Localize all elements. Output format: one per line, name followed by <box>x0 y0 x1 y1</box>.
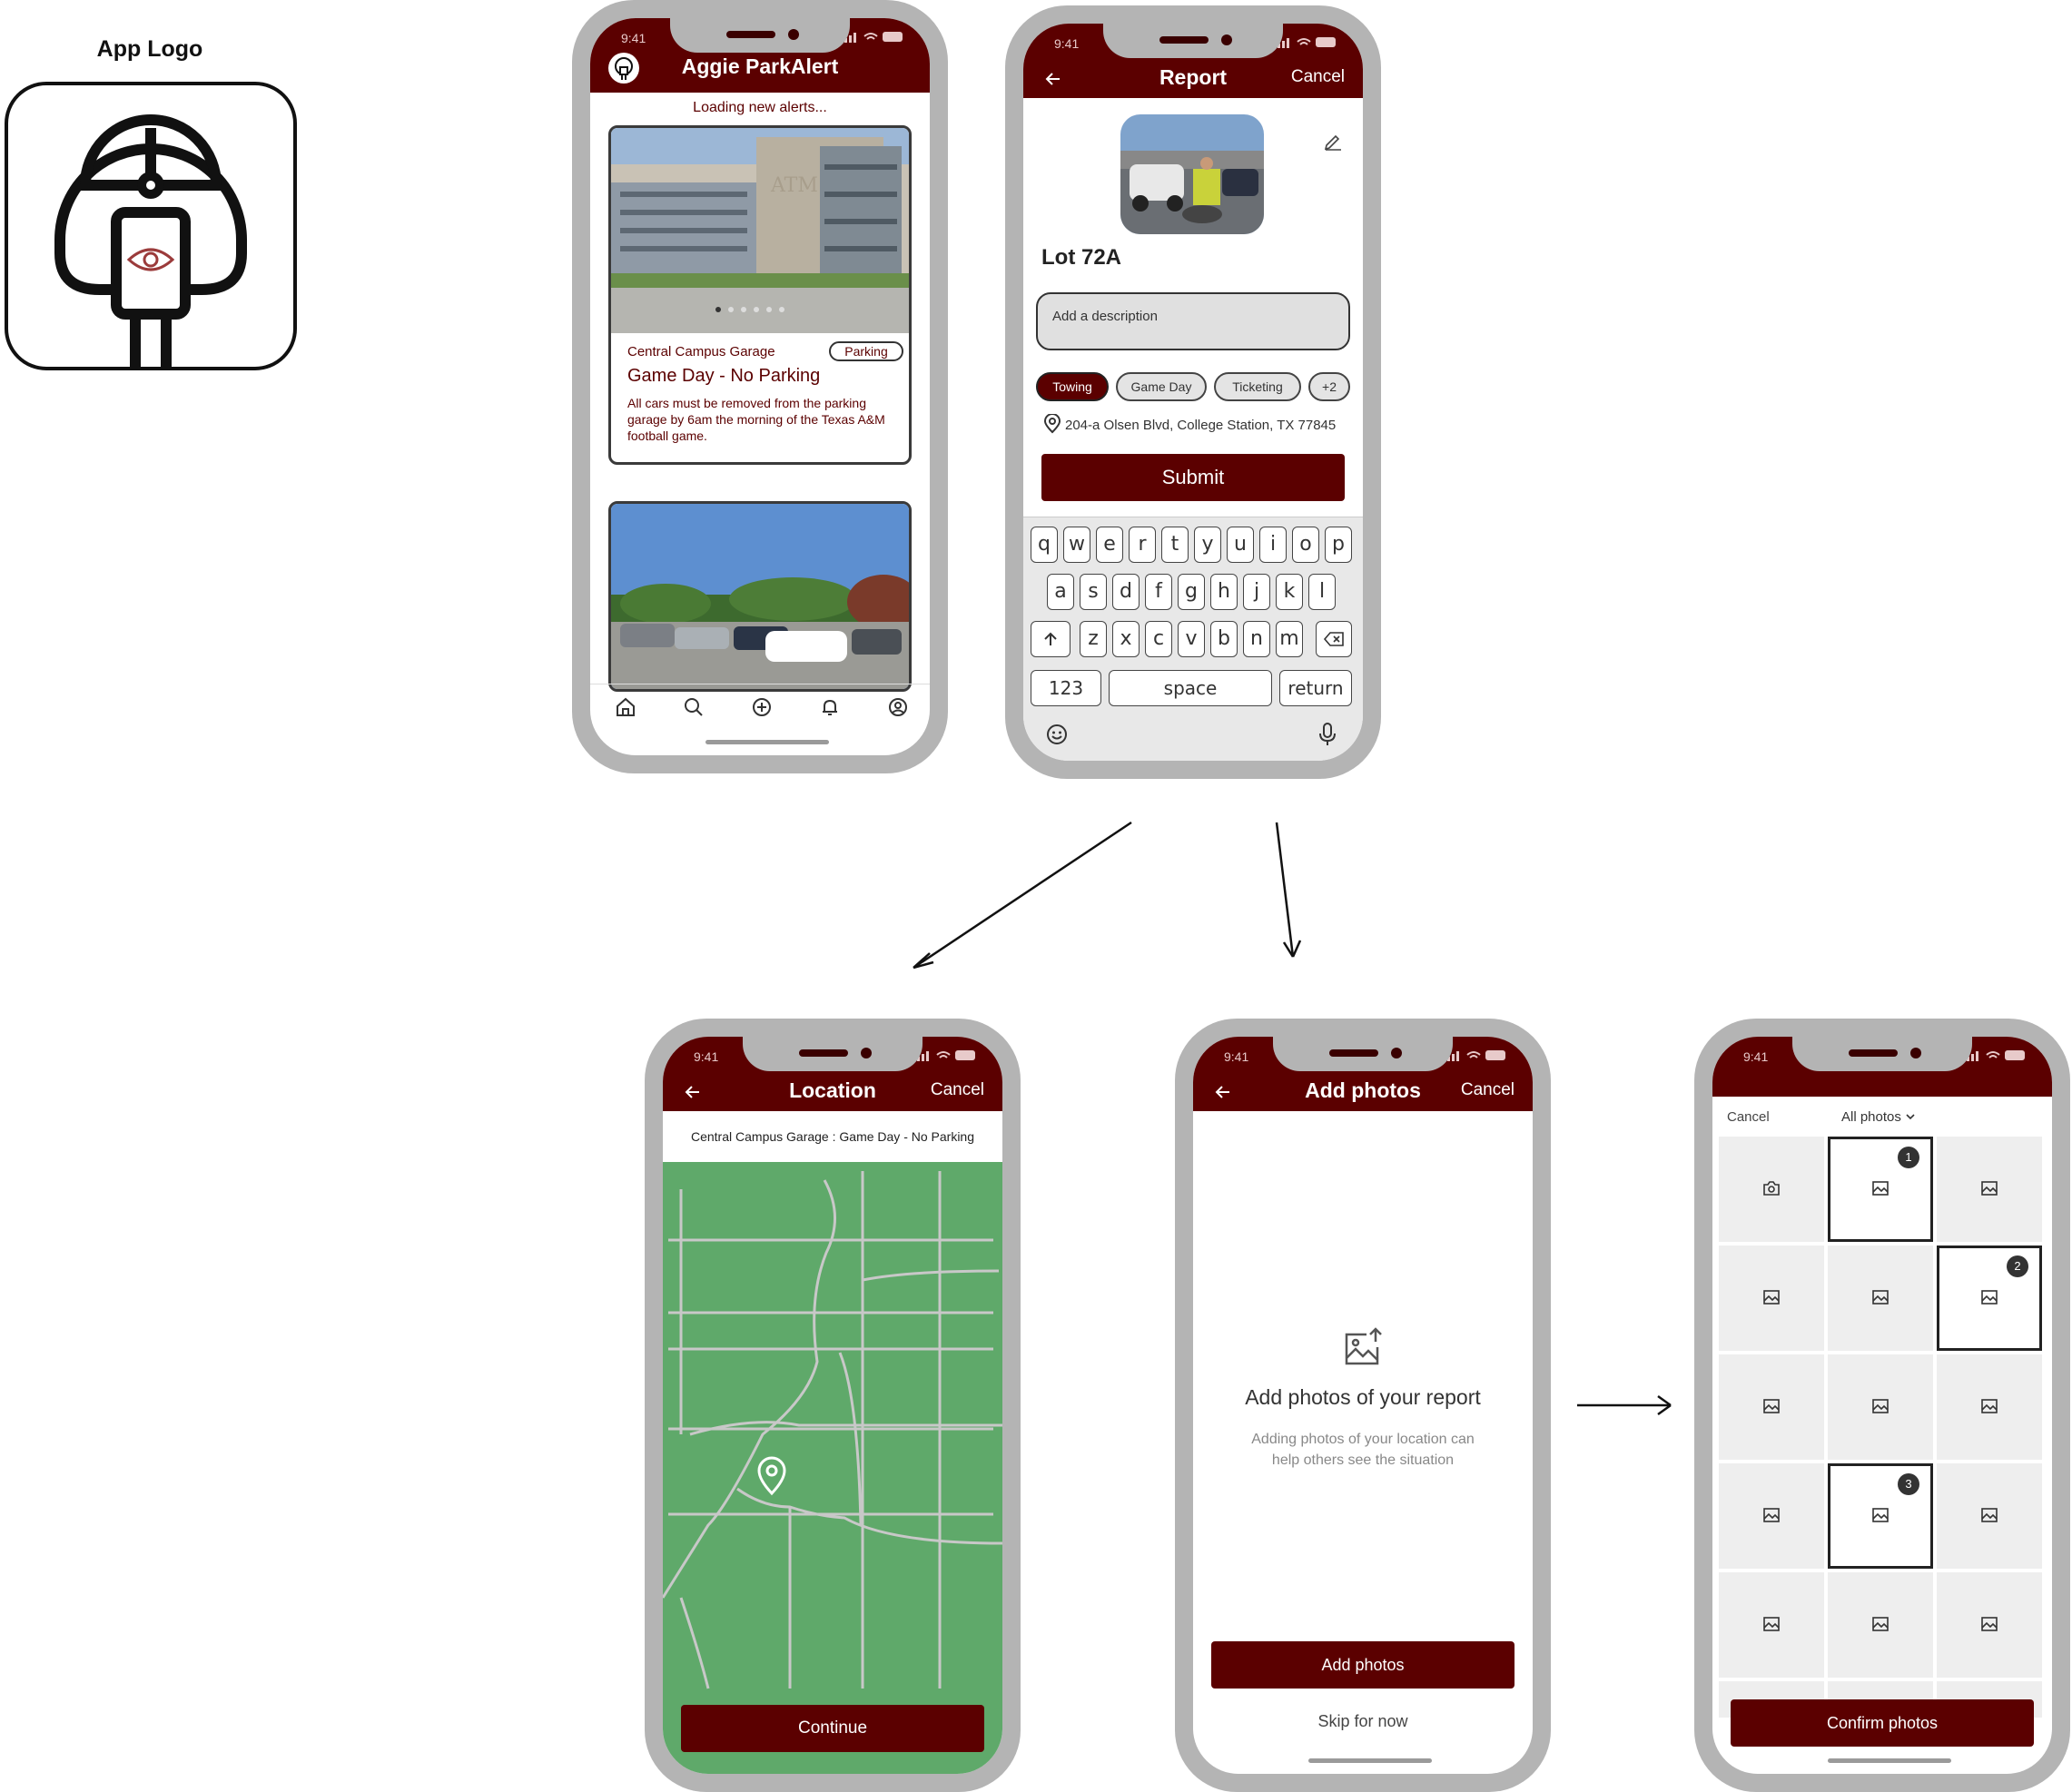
camera-cell[interactable] <box>1719 1137 1824 1242</box>
photo-cell[interactable] <box>1828 1354 1933 1460</box>
phone-add-photos: 9:41 Add photos Cancel Add photos of you… <box>1175 1019 1551 1792</box>
status-time: 9:41 <box>1224 1049 1249 1064</box>
photo-cell[interactable] <box>1719 1572 1824 1678</box>
notch <box>743 1035 923 1071</box>
photo-cell[interactable] <box>1937 1354 2042 1460</box>
continue-button[interactable]: Continue <box>681 1705 984 1752</box>
arrow-to-picker <box>1577 1394 1672 1416</box>
notch <box>1792 1035 1972 1071</box>
album-label: All photos <box>1841 1109 1901 1125</box>
add-photos-heading: Add photos of your report <box>1245 1385 1481 1409</box>
photo-cell[interactable] <box>1719 1246 1824 1351</box>
image-icon <box>1872 1290 1889 1305</box>
image-icon <box>1763 1617 1780 1631</box>
picker-cancel-button[interactable]: Cancel <box>1727 1109 1770 1125</box>
phone-photo-picker: 9:41 Cancel All photos 1 2 3 Confirm pho… <box>1694 1019 2070 1792</box>
home-indicator <box>1828 1758 1951 1763</box>
image-icon <box>1981 1181 1998 1196</box>
image-upload-icon <box>1345 1327 1382 1365</box>
phone-location: 9:41 Location Cancel Central Campus Gara… <box>645 1019 1021 1792</box>
image-icon <box>1981 1399 1998 1413</box>
image-icon <box>1872 1617 1889 1631</box>
selection-badge: 3 <box>1898 1473 1919 1495</box>
image-icon <box>1763 1290 1780 1305</box>
location-subtitle: Central Campus Garage : Game Day - No Pa… <box>663 1111 1002 1162</box>
chevron-down-icon <box>1906 1114 1915 1120</box>
status-time: 9:41 <box>694 1049 719 1064</box>
notch <box>1273 1035 1453 1071</box>
selection-badge: 1 <box>1898 1147 1919 1168</box>
photo-cell[interactable] <box>1937 1572 2042 1678</box>
image-icon <box>1981 1508 1998 1522</box>
arrow-to-add-photos <box>1275 822 1302 958</box>
photo-cell[interactable] <box>1937 1137 2042 1242</box>
image-icon <box>1872 1399 1889 1413</box>
image-icon <box>1763 1508 1780 1522</box>
status-icons <box>917 1050 975 1061</box>
cancel-button[interactable]: Cancel <box>931 1080 984 1100</box>
map-view[interactable] <box>663 1162 1002 1774</box>
add-photos-button[interactable]: Add photos <box>1211 1641 1515 1689</box>
status-time: 9:41 <box>1743 1049 1769 1064</box>
photo-cell[interactable] <box>1828 1572 1933 1678</box>
skip-button[interactable]: Skip for now <box>1193 1712 1533 1731</box>
photo-cell[interactable] <box>1719 1463 1824 1569</box>
status-icons <box>1967 1050 2025 1061</box>
add-photos-text: Adding photos of your location can help … <box>1251 1432 1475 1468</box>
photo-cell[interactable] <box>1828 1246 1933 1351</box>
image-icon <box>1872 1181 1889 1196</box>
album-selector[interactable]: All photos <box>1841 1109 1916 1125</box>
image-icon <box>1981 1617 1998 1631</box>
image-icon <box>1872 1508 1889 1522</box>
home-indicator <box>1308 1758 1432 1763</box>
photo-cell-selected[interactable]: 1 <box>1828 1137 1933 1242</box>
arrow-to-location <box>913 821 1132 970</box>
photo-cell[interactable] <box>1719 1354 1824 1460</box>
photo-cell-selected[interactable]: 3 <box>1828 1463 1933 1569</box>
cancel-button[interactable]: Cancel <box>1461 1080 1515 1100</box>
status-icons <box>1447 1050 1505 1061</box>
camera-icon <box>1763 1181 1780 1196</box>
photo-cell-selected[interactable]: 2 <box>1937 1246 2042 1351</box>
confirm-photos-button[interactable]: Confirm photos <box>1731 1699 2034 1747</box>
photo-cell[interactable] <box>1937 1463 2042 1569</box>
image-icon <box>1981 1290 1998 1305</box>
image-icon <box>1763 1399 1780 1413</box>
selection-badge: 2 <box>2007 1255 2028 1277</box>
